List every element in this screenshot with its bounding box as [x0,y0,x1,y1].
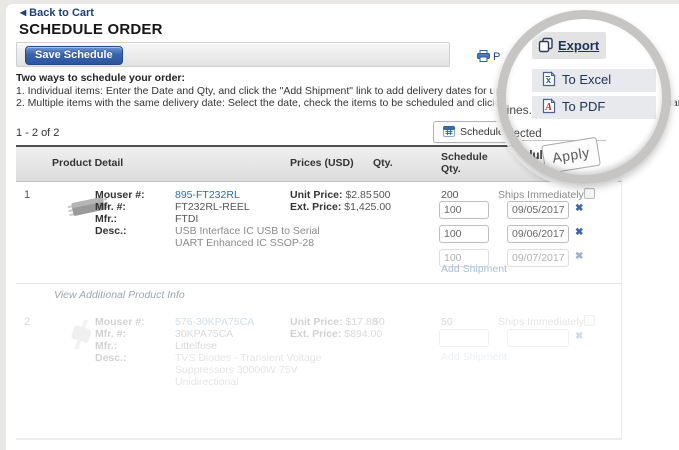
toolbar: Save Schedule [16,42,450,67]
mfr-number-label: Mfr. #: [95,328,126,340]
to-pdf-label: To PDF [562,99,605,114]
printer-icon [477,50,490,62]
mouser-part-link[interactable]: 895-FT232RL [175,189,240,201]
description-line-1: TVS Diodes - Transient Voltage [175,352,322,364]
print-label: P [493,51,500,63]
order-qty: 50 [373,316,385,328]
ships-immediately-note: Ships Immediately [498,316,584,328]
mfr-label: Mfr.: [95,213,117,225]
order-qty: 500 [373,189,391,201]
pagination-label: 1 - 2 of 2 [16,127,59,139]
bottom-divider [16,438,622,440]
row-checkbox[interactable] [584,315,595,326]
mouser-number-label: Mouser #: [95,189,145,201]
magnified-text-fragment: lines. [504,103,532,117]
remove-shipment-icon[interactable]: ✖ [575,227,583,238]
remove-shipment-icon[interactable]: ✖ [575,251,583,262]
shipment-row: ✖ [439,329,599,347]
mouser-number-label: Mouser #: [95,316,145,328]
row-number: 2 [24,316,30,328]
shipment-qty-input[interactable] [439,225,489,243]
pdf-file-icon: A [542,98,556,114]
add-shipment-link[interactable]: Add Shipment [441,263,507,275]
export-copy-icon [538,37,554,53]
header-qty: Qty. [373,157,393,169]
page-title: SCHEDULE ORDER [19,21,163,38]
description-line-2: UART Enhanced IC SSOP-28 [175,237,314,249]
row-checkbox[interactable] [584,188,595,199]
description-line-2: Suppressors 30000W 75V [175,364,298,376]
shipment-row: ✖ [439,225,599,243]
desc-label: Desc.: [95,352,127,364]
shipment-date-input[interactable] [507,201,569,219]
export-label: Export [558,38,599,53]
manufacturer: Littelfuse [175,340,217,352]
shipment-date-input[interactable] [507,225,569,243]
mfr-part-number: 30KPA75CA [175,328,233,340]
remove-shipment-icon[interactable]: ✖ [575,203,583,214]
unit-price: Unit Price: $2.85 [290,189,372,201]
instructions-heading: Two ways to schedule your order: [16,72,185,84]
back-arrow-icon: ◀ [20,8,26,17]
header-product-detail: Product Detail [52,157,123,169]
shipment-qty-input[interactable] [439,201,489,219]
row-number: 1 [24,189,30,201]
view-additional-product-info-link[interactable]: View Additional Product Info [54,289,185,301]
back-to-cart-link[interactable]: ◀Back to Cart [20,7,94,19]
schedule-qty: 50 [441,316,453,328]
remove-shipment-icon[interactable]: ✖ [575,331,583,342]
description-line-3: Unidirectional [175,376,239,388]
row-divider [16,283,622,284]
table-right-border [621,147,622,440]
header-schedule-qty: Schedule Qty. [441,151,488,175]
mouser-part-link[interactable]: 576-30KPA75CA [175,316,254,328]
product-image-diode [66,317,96,356]
magnifier-lens: lines. dule Selected Schedule Da Export … [498,11,670,183]
shipment-date-input[interactable] [507,329,569,347]
description-line-1: USB Interface IC USB to Serial [175,225,320,237]
ships-immediately-note: Ships Immediately [498,189,584,201]
ext-price: Ext. Price: $1,425.00 [290,201,391,213]
svg-text:A: A [544,102,552,113]
table-row-2: 2 Mouser #: Mfr. #: Mfr.: Desc.: 576-30K… [0,315,679,395]
ext-price: Ext. Price: $894.00 [290,328,382,340]
shipment-qty-input[interactable] [439,329,489,347]
back-to-cart-label: Back to Cart [29,7,94,19]
print-link[interactable]: P [477,50,500,63]
shipment-date-input[interactable] [507,249,569,267]
manufacturer: FTDI [175,213,198,225]
excel-file-icon: x [542,71,556,87]
export-to-pdf-item[interactable]: A To PDF [532,95,656,119]
to-excel-label: To Excel [562,72,611,87]
shipment-row: ✖ [439,201,599,219]
mfr-label: Mfr.: [95,340,117,352]
header-prices: Prices (USD) [290,157,354,169]
calendar-icon [443,125,455,137]
mfr-part-number: FT232RL-REEL [175,201,250,213]
apply-button[interactable]: Apply [541,137,601,174]
save-schedule-button[interactable]: Save Schedule [25,46,123,65]
export-to-excel-item[interactable]: x To Excel [532,68,656,92]
desc-label: Desc.: [95,225,127,237]
magnified-text-fragment: dule Selected [498,128,542,140]
export-button[interactable]: Export [532,32,606,59]
unit-price: Unit Price: $17.88 [290,316,378,328]
add-shipment-link[interactable]: Add Shipment [441,351,507,363]
schedule-qty: 200 [441,189,459,201]
mfr-number-label: Mfr. #: [95,201,126,213]
